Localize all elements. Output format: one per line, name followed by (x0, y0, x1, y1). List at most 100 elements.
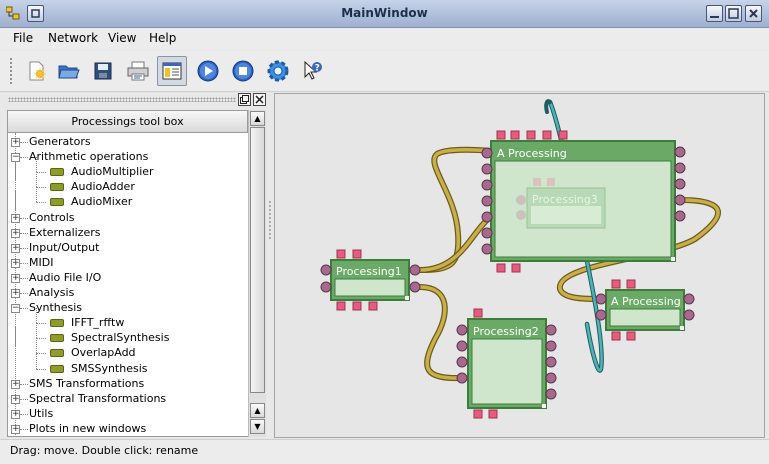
scroll-up-button-lower[interactable]: ▲ (250, 403, 265, 418)
tree-category-label: Spectral Transformations (29, 391, 167, 405)
new-network-icon[interactable] (21, 56, 51, 86)
expand-icon[interactable]: + (11, 409, 20, 419)
tree-category[interactable]: + SMS Transformations (8, 377, 248, 392)
tree-category[interactable]: + Input/Output (8, 241, 248, 256)
tree-category[interactable]: − Synthesis (8, 301, 248, 316)
window-title: MainWindow (341, 6, 428, 20)
whats-this-icon[interactable]: ? (297, 56, 327, 86)
print-icon[interactable] (123, 56, 153, 86)
tree-connector (20, 232, 28, 234)
tree-category[interactable]: − Arithmetic operations (8, 150, 248, 165)
tree-scrollbar[interactable]: ▲ ▲ ▼ (248, 110, 266, 437)
tree-category[interactable]: + Audio File I/O (8, 271, 248, 286)
network-canvas[interactable]: A Processing Processing3 Processing1 Pro… (274, 93, 765, 438)
scroll-down-button[interactable]: ▼ (250, 419, 265, 434)
tree-connector (20, 413, 28, 415)
tree-category[interactable]: + Plots in new windows (8, 422, 248, 436)
tree-leaf[interactable]: SpectralSynthesis (8, 323, 248, 347)
tree-leaf-label: AudioMixer (71, 195, 133, 209)
menu-network[interactable]: Network (48, 31, 98, 45)
processing-chip-icon (50, 364, 64, 373)
scroll-up-button[interactable]: ▲ (250, 111, 265, 126)
tree-connector (20, 293, 28, 294)
tree-category[interactable]: + Generators (8, 135, 248, 150)
tree-leaf[interactable]: OverlapAdd (8, 338, 248, 362)
processing-chip-icon (50, 183, 64, 192)
stop-icon[interactable] (228, 56, 258, 86)
expand-icon[interactable]: + (11, 394, 20, 404)
a-processing-big-label: A Processing (497, 147, 567, 160)
open-folder-icon[interactable] (54, 56, 84, 86)
menu-bar: File Network View Help (0, 28, 769, 50)
tree-leaf-label: SpectralSynthesis (71, 331, 170, 345)
tree-category-label: Analysis (29, 286, 75, 299)
minimize-button[interactable] (706, 5, 723, 22)
toolbox-title[interactable]: Processings tool box (7, 110, 248, 133)
tree-connector (20, 308, 28, 310)
processing-chip-icon (50, 319, 64, 328)
tree-leaf[interactable]: SMSSynthesis (8, 353, 248, 377)
expand-icon[interactable]: + (11, 273, 20, 283)
tree-connector (36, 353, 46, 355)
main-toolbar: ? (0, 51, 769, 92)
network-graph: A Processing Processing3 Processing1 Pro… (320, 99, 721, 419)
dock-grip[interactable] (8, 97, 236, 102)
dock-float-button[interactable] (238, 93, 251, 106)
toolbar-grip[interactable] (9, 57, 13, 85)
tree-connector (36, 202, 46, 204)
processing2-label: Processing2 (473, 325, 539, 338)
tree-category[interactable]: + MIDI (8, 256, 248, 271)
expand-icon[interactable]: + (11, 138, 20, 147)
node-processing2: Processing2 (456, 308, 557, 419)
tree-category[interactable]: + Controls (8, 211, 248, 226)
tree-category[interactable]: + Spectral Transformations (8, 392, 248, 407)
expand-icon[interactable]: + (11, 213, 20, 223)
expand-icon[interactable]: + (11, 243, 20, 253)
tree-category-label: SMS Transformations (29, 376, 145, 390)
tree-leaf[interactable]: IFFT_rfftw (8, 308, 248, 332)
dock-splitter[interactable] (268, 200, 272, 240)
tree-connector (36, 323, 46, 325)
menu-file[interactable]: File (13, 31, 33, 45)
expand-icon[interactable]: + (11, 379, 20, 389)
tree-leaf-label: IFFT_rfftw (71, 316, 125, 330)
tree-connector (20, 428, 28, 430)
expand-icon[interactable]: + (11, 258, 20, 268)
tree-connector (20, 247, 28, 249)
tree-connector (36, 172, 37, 188)
menu-help[interactable]: Help (149, 31, 176, 45)
expand-icon[interactable]: + (11, 228, 20, 238)
settings-gear-icon[interactable] (263, 56, 293, 86)
save-disk-icon[interactable] (88, 56, 118, 86)
maximize-button[interactable] (725, 5, 742, 22)
node-processing1: Processing1 (320, 249, 421, 311)
expand-icon[interactable]: + (11, 289, 20, 298)
tree-connector (36, 353, 37, 369)
tree-connector (20, 383, 28, 385)
close-button[interactable] (745, 5, 762, 22)
tree-connector (36, 338, 37, 354)
play-icon[interactable] (193, 56, 223, 86)
tree-connector (36, 187, 37, 203)
scroll-thumb[interactable] (250, 127, 265, 393)
menu-view[interactable]: View (108, 31, 136, 45)
tree-category[interactable]: + Externalizers (8, 226, 248, 241)
toolbox-dock-header (4, 93, 268, 107)
tree-leaf[interactable]: AudioMultiplier (8, 157, 248, 181)
tree-connector (20, 142, 28, 143)
processing-chip-icon (50, 198, 64, 207)
tree-connector (36, 187, 46, 189)
tree-connector (20, 217, 28, 219)
tree-category-label: Controls (29, 210, 75, 224)
tree-leaf[interactable]: AudioAdder (8, 172, 248, 196)
status-text: Drag: move. Double click: rename (10, 444, 199, 457)
toolbox-toggle-icon[interactable] (157, 56, 187, 86)
expand-icon[interactable]: + (11, 424, 20, 434)
tree-category[interactable]: + Analysis (8, 286, 248, 301)
tree-category[interactable]: + Utils (8, 407, 248, 422)
tree-leaf[interactable]: AudioMixer (8, 187, 248, 211)
dock-close-button[interactable] (253, 93, 266, 106)
tree-category-label: Utils (29, 406, 54, 420)
processings-tree: + Generators − Arithmetic operations AudioMu… (7, 133, 248, 437)
tree-connector (20, 157, 28, 159)
